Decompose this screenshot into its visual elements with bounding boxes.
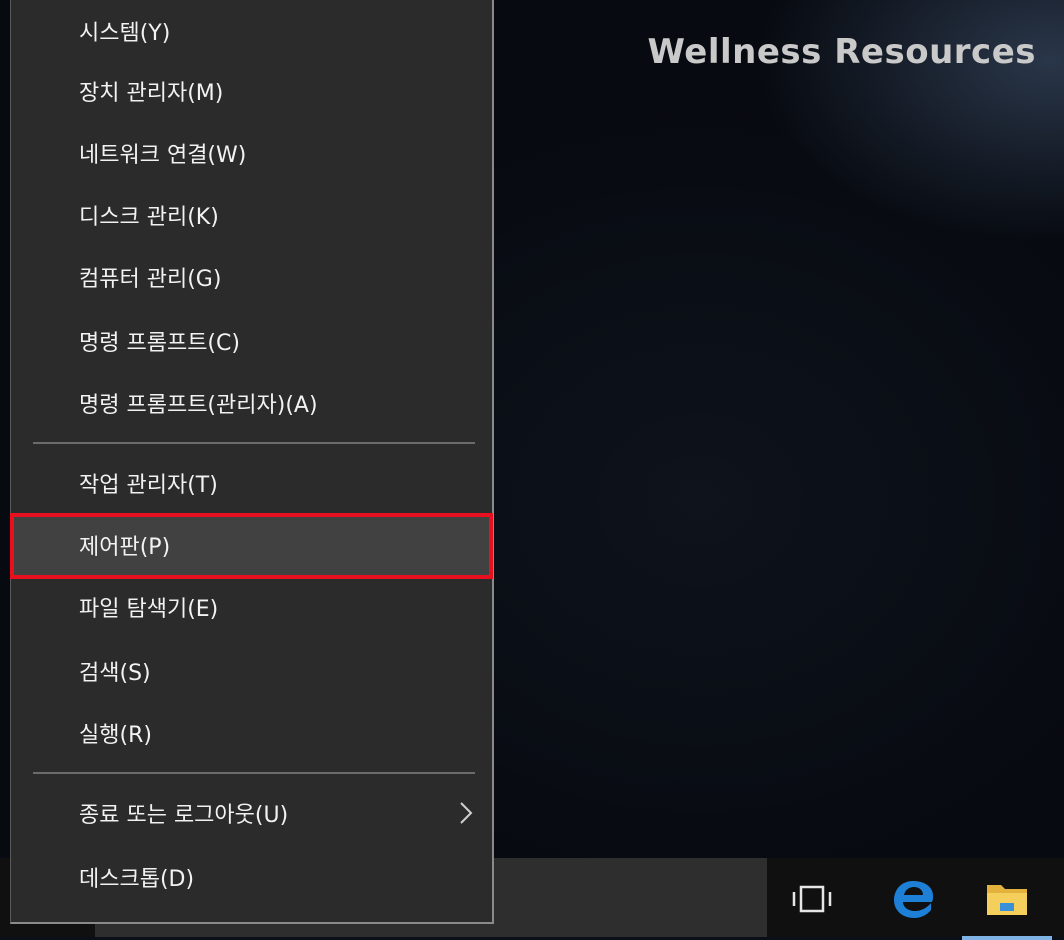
menu-item-device-manager[interactable]: 장치 관리자(M) xyxy=(11,60,493,122)
watermark-text: Wellness Resources xyxy=(647,32,1036,72)
menu-item-file-explorer[interactable]: 파일 탐색기(E) xyxy=(11,576,493,638)
menu-item-label: 시스템(Y) xyxy=(79,21,171,46)
menu-item-label: 명령 프롬프트(관리자)(A) xyxy=(79,393,318,418)
menu-item-label: 실행(R) xyxy=(79,723,152,748)
chevron-right-icon xyxy=(460,802,473,824)
menu-item-label: 제어판(P) xyxy=(79,535,171,560)
menu-item-task-manager[interactable]: 작업 관리자(T) xyxy=(11,452,493,514)
menu-separator xyxy=(33,442,475,444)
menu-separator xyxy=(33,772,475,774)
menu-item-control-panel[interactable]: 제어판(P) xyxy=(11,514,493,576)
menu-item-command-prompt-admin[interactable]: 명령 프롬프트(관리자)(A) xyxy=(11,372,493,434)
menu-item-disk-management[interactable]: 디스크 관리(K) xyxy=(11,184,493,246)
menu-item-shutdown-signout[interactable]: 종료 또는 로그아웃(U) xyxy=(11,782,493,844)
menu-item-search[interactable]: 검색(S) xyxy=(11,640,493,702)
task-view-icon[interactable] xyxy=(767,864,857,934)
menu-item-system[interactable]: 시스템(Y) xyxy=(11,0,493,62)
menu-item-label: 종료 또는 로그아웃(U) xyxy=(79,803,289,828)
menu-item-label: 데스크톱(D) xyxy=(79,867,195,892)
menu-item-network-connections[interactable]: 네트워크 연결(W) xyxy=(11,122,493,184)
menu-item-run[interactable]: 실행(R) xyxy=(11,702,493,764)
menu-item-label: 디스크 관리(K) xyxy=(79,205,219,230)
menu-item-label: 검색(S) xyxy=(79,661,151,686)
menu-item-label: 명령 프롬프트(C) xyxy=(79,331,240,356)
menu-item-command-prompt[interactable]: 명령 프롬프트(C) xyxy=(11,310,493,372)
menu-item-label: 작업 관리자(T) xyxy=(79,473,218,498)
edge-browser-icon[interactable] xyxy=(868,864,958,934)
menu-item-label: 컴퓨터 관리(G) xyxy=(79,267,222,292)
menu-item-label: 파일 탐색기(E) xyxy=(79,597,219,622)
menu-item-computer-management[interactable]: 컴퓨터 관리(G) xyxy=(11,246,493,308)
winx-context-menu: 시스템(Y) 장치 관리자(M) 네트워크 연결(W) 디스크 관리(K) 컴퓨… xyxy=(10,0,494,924)
menu-item-desktop[interactable]: 데스크톱(D) xyxy=(11,846,493,908)
menu-item-label: 장치 관리자(M) xyxy=(79,81,224,106)
file-explorer-icon[interactable] xyxy=(962,864,1052,940)
menu-item-label: 네트워크 연결(W) xyxy=(79,143,247,168)
